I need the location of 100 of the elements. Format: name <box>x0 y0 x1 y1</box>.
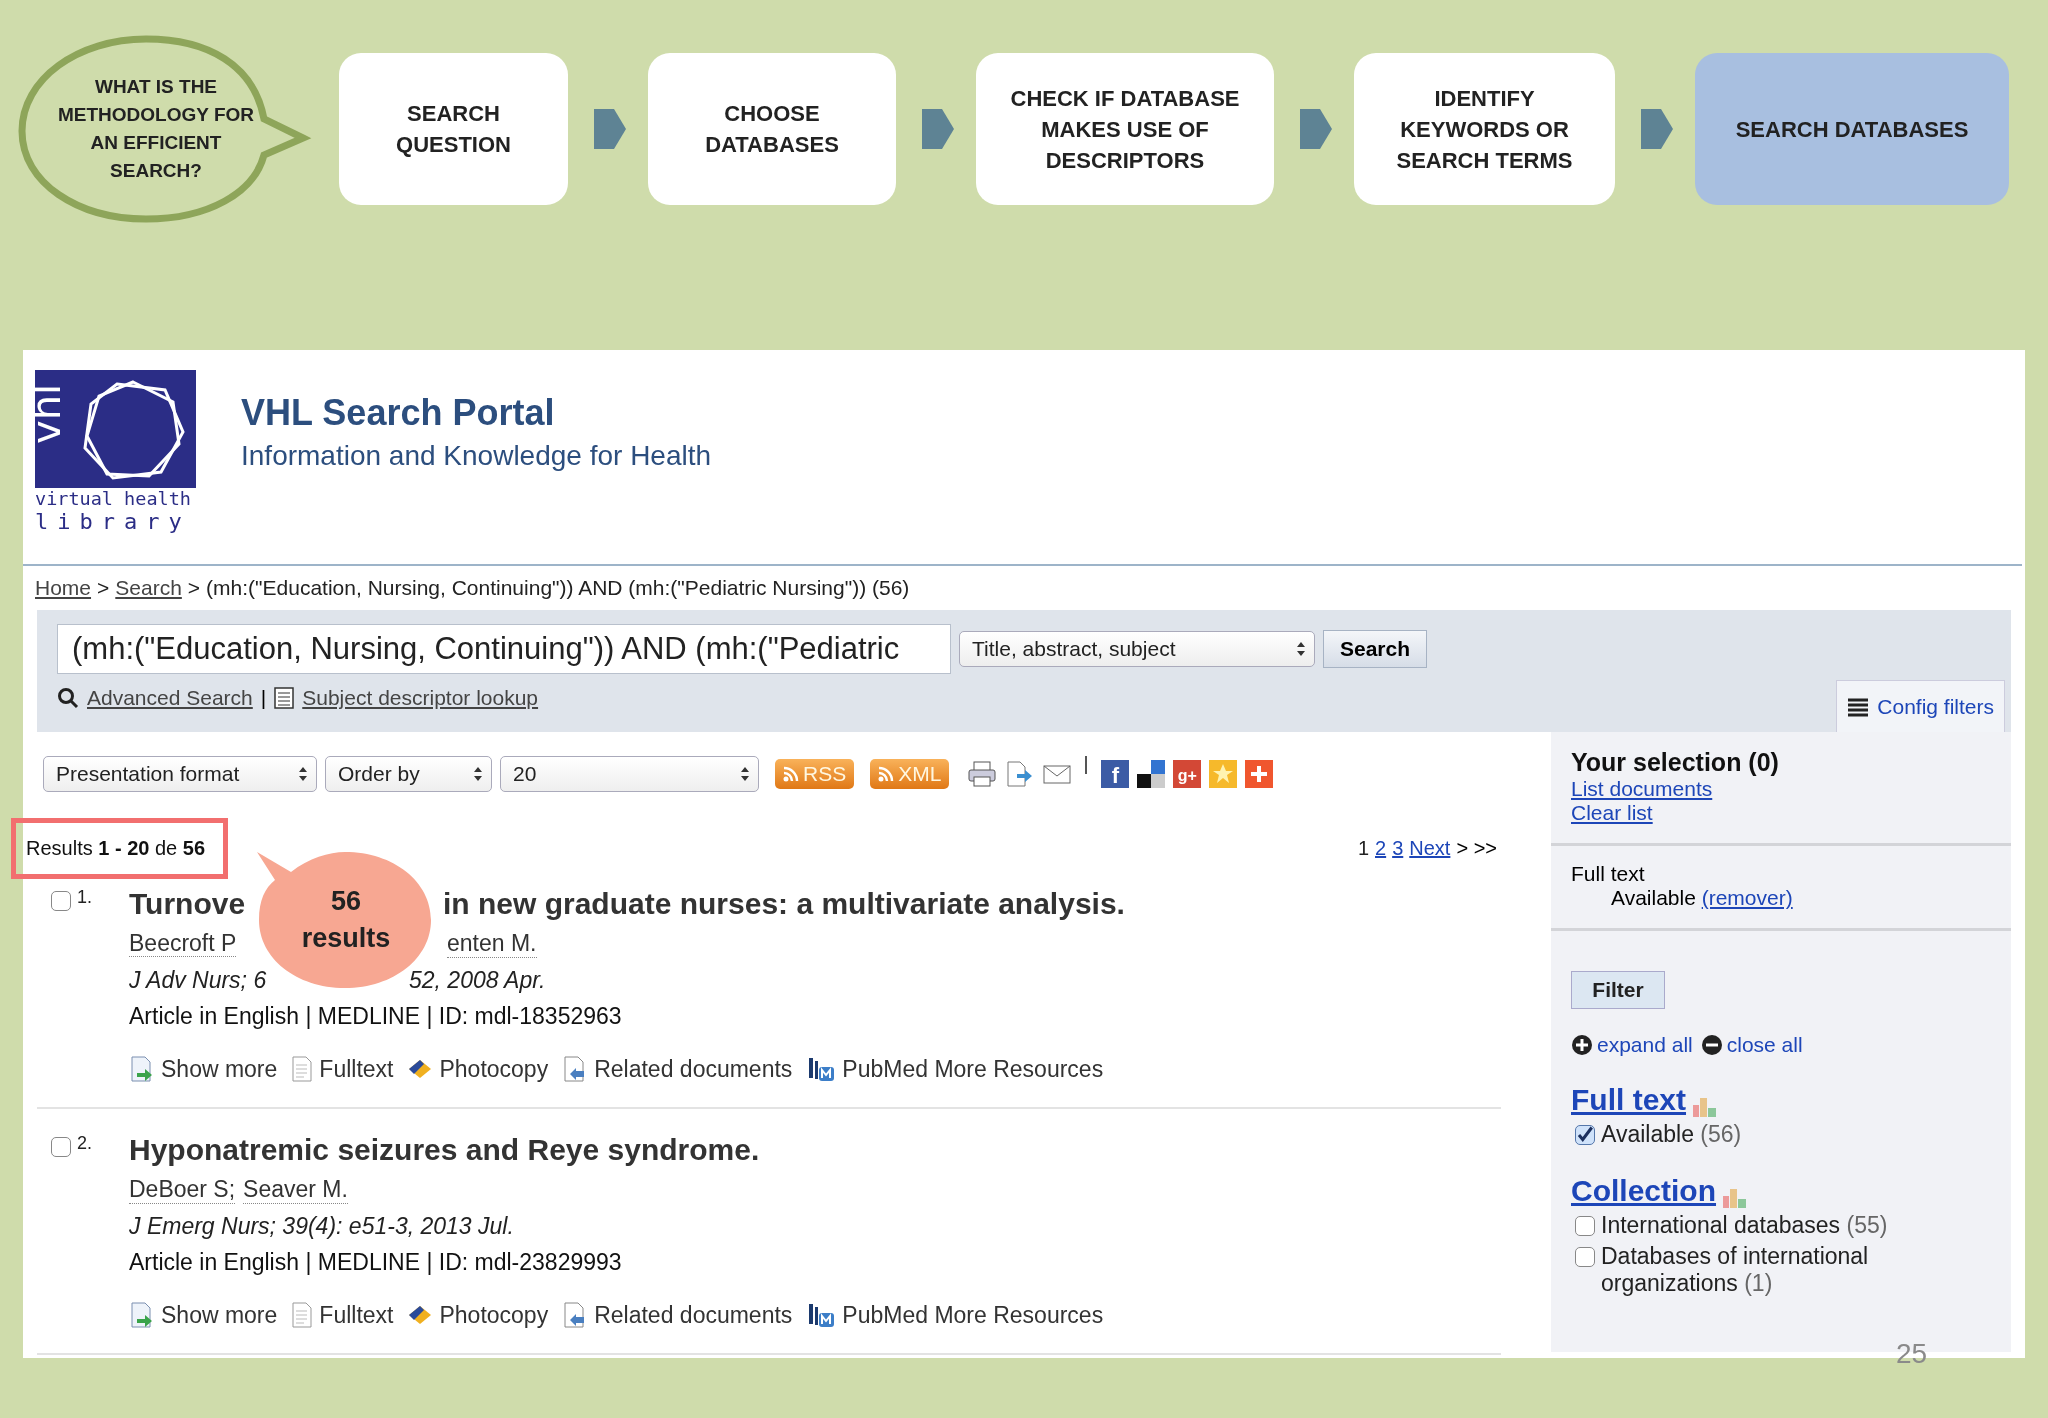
last-page-link[interactable]: > >> <box>1456 837 1497 860</box>
dropdown[interactable]: Presentation format <box>43 756 317 792</box>
mail-icon[interactable] <box>1043 763 1072 785</box>
step-box: CHOOSE DATABASES <box>648 53 896 205</box>
step-box: IDENTIFY KEYWORDS OR SEARCH TERMS <box>1354 53 1615 205</box>
minus-icon[interactable] <box>1700 1034 1723 1056</box>
author-link[interactable]: Beecroft P <box>129 930 237 957</box>
breadcrumb-link[interactable]: Home <box>35 576 92 600</box>
facet-option: Databases of international organizations (1) <box>1601 1243 1991 1297</box>
google-plus-icon[interactable]: g+ <box>1173 760 1202 788</box>
author-link[interactable]: Seaver M. <box>243 1176 348 1204</box>
arrow-icon <box>922 109 954 149</box>
checkbox[interactable] <box>1575 1125 1595 1145</box>
advanced-search-link[interactable]: Advanced Search <box>87 686 253 710</box>
filter-button[interactable]: Filter <box>1571 971 1665 1009</box>
dropdown[interactable]: 20 <box>500 756 759 792</box>
document-icon <box>291 1055 314 1083</box>
filter-group: Full text <box>1571 862 1991 886</box>
facet-option: International databases (55) <box>1601 1212 1888 1239</box>
step-box: CHECK IF DATABASE MAKES USE OF DESCRIPTORS <box>976 53 1274 205</box>
rss-icon <box>783 766 799 782</box>
result-number: 1. <box>77 887 93 909</box>
list-icon <box>274 687 295 709</box>
facet-option: Available (56) <box>1601 1121 1742 1148</box>
result-title[interactable]: Turnove <box>129 887 246 920</box>
checkbox[interactable] <box>51 1137 71 1157</box>
result-title[interactable]: in new graduate nurses: a multivariate analysis. <box>443 887 1125 921</box>
page-link[interactable]: 1 <box>1357 837 1369 860</box>
step-box: SEARCH DATABASES <box>1695 53 2009 205</box>
journal-citation: J Emerg Nurs <box>129 1213 270 1240</box>
result-action-link[interactable]: Fulltext <box>291 1301 394 1329</box>
facet-title[interactable]: Full text <box>1571 1083 1686 1117</box>
descriptor-lookup-link[interactable]: Subject descriptor lookup <box>302 686 539 710</box>
portal-title: VHL Search Portal <box>241 392 556 434</box>
search-button[interactable]: Search <box>1323 630 1428 668</box>
bar-chart-icon[interactable] <box>1722 1186 1748 1208</box>
result-action-link[interactable]: Show more <box>129 1055 278 1083</box>
arrow-icon <box>1641 109 1673 149</box>
author-link[interactable]: DeBoer S; <box>129 1176 236 1204</box>
breadcrumb-link[interactable]: Search <box>115 576 182 600</box>
selection-link[interactable]: Clear list <box>1571 801 1653 824</box>
page-link[interactable]: 2 <box>1375 837 1387 860</box>
result-details: Article in English | MEDLINE | ID: mdl-18352963 <box>129 1003 623 1030</box>
breadcrumb-separator: > <box>97 576 110 600</box>
result-action-link[interactable]: Related documents <box>562 1055 793 1083</box>
printer-icon[interactable] <box>967 760 998 788</box>
result-action-link[interactable]: Related documents <box>562 1301 793 1329</box>
breadcrumb-separator: > <box>187 576 201 600</box>
list-icon <box>1847 696 1870 717</box>
result-number: 2. <box>77 1133 93 1155</box>
result-details: Article in English | MEDLINE | ID: mdl-23829993 <box>129 1249 623 1276</box>
updown-arrows-icon <box>740 766 750 782</box>
config-filters-tab[interactable]: Config filters <box>1836 680 2005 732</box>
arrow-icon <box>1300 109 1332 149</box>
logo-text: library <box>35 510 192 534</box>
checkbox[interactable] <box>1575 1216 1595 1236</box>
result-action-link[interactable]: PubMed More Resources <box>806 1301 1104 1329</box>
plus-icon[interactable] <box>1571 1034 1593 1056</box>
step-box: SEARCH QUESTION <box>339 53 568 205</box>
selection-link[interactable]: List documents <box>1571 777 1713 800</box>
journal-citation: J Adv Nurs; 6 <box>129 967 267 993</box>
selection-title: Your selection (0) <box>1571 748 1780 777</box>
filter-value: Available <box>1611 886 1696 909</box>
result-action-link[interactable]: Photocopy <box>407 1301 549 1329</box>
facet-title[interactable]: Collection <box>1571 1174 1716 1208</box>
search-icon <box>57 687 79 709</box>
author-link[interactable]: enten M. <box>447 930 537 958</box>
scope-select[interactable]: Title, abstract, subject <box>959 631 1315 667</box>
result-action-link[interactable]: PubMed More Resources <box>806 1055 1104 1083</box>
result-action-link[interactable]: Show more <box>129 1301 278 1329</box>
journal-citation: 52, 2008 Apr. <box>409 967 546 994</box>
next-link[interactable]: Next <box>1409 837 1451 860</box>
result-title[interactable]: Hyponatremic seizures and Reye syndrome. <box>129 1133 760 1167</box>
books-icon <box>806 1301 837 1329</box>
expand-all-link[interactable]: expand all <box>1597 1033 1693 1057</box>
bar-chart-icon[interactable] <box>1692 1095 1718 1117</box>
updown-arrows-icon <box>298 766 308 782</box>
updown-arrows-icon <box>473 766 483 782</box>
question-text: WHAT IS THE METHODOLOGY FOR AN EFFICIENT SEARCH? <box>57 75 255 183</box>
checkbox[interactable] <box>1575 1247 1595 1267</box>
search-field[interactable]: (mh:("Education, Nursing, Continuing")) AND (mh:("Pediatric <box>57 624 951 674</box>
results-count: Results 1 - 20 de 56 <box>11 818 228 879</box>
document-icon <box>291 1301 314 1329</box>
remove-link[interactable]: (remover) <box>1701 886 1793 909</box>
rss-icon <box>878 766 895 782</box>
facebook-icon[interactable]: f <box>1101 760 1130 788</box>
close-all-link[interactable]: close all <box>1726 1033 1803 1057</box>
journal-citation: ; 39(4): e51-3, 2013 Jul. <box>269 1213 514 1240</box>
arrow-icon <box>594 109 626 149</box>
result-action-link[interactable]: Photocopy <box>407 1055 549 1083</box>
breadcrumb-current: (mh:("Education, Nursing, Continuing")) AND (mh:("Pediatric Nursing")) (56) <box>206 576 910 600</box>
portal-subtitle: Information and Knowledge for Health <box>241 440 712 472</box>
squares-icon[interactable] <box>1137 760 1166 788</box>
books-icon <box>806 1055 837 1083</box>
link-separator: | <box>260 686 267 710</box>
result-action-link[interactable]: Fulltext <box>291 1055 394 1083</box>
updown-arrows-icon <box>1296 641 1306 657</box>
page-link[interactable]: 3 <box>1392 837 1404 860</box>
checkbox[interactable] <box>51 891 71 911</box>
dropdown[interactable]: Order by <box>325 756 492 792</box>
